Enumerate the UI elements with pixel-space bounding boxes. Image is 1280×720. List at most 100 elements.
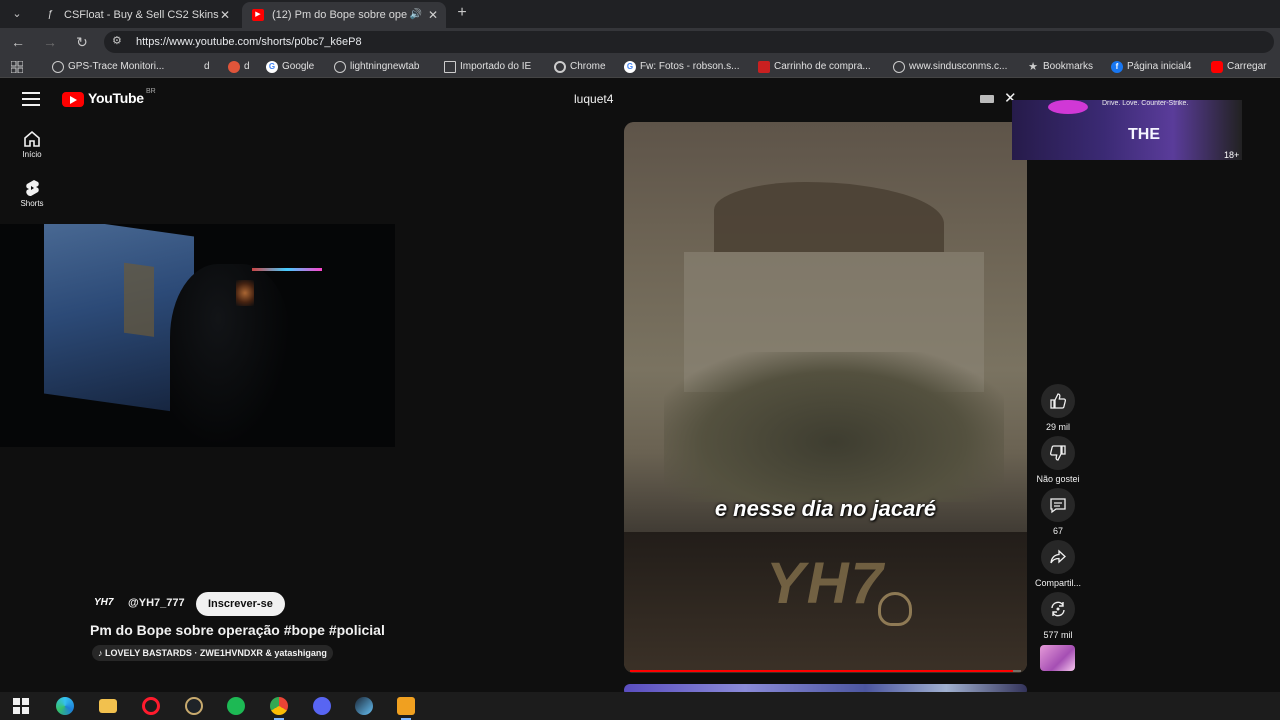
lol-client-icon[interactable]: [185, 697, 203, 715]
bookmark-google[interactable]: G Google: [266, 59, 314, 75]
sidebar-item-label: Início: [22, 150, 42, 159]
bookmark-d-2[interactable]: d: [228, 59, 250, 75]
lamp-glow: [236, 280, 254, 306]
dislike-button[interactable]: Não gostei: [1030, 436, 1086, 484]
remix-icon: [1041, 592, 1075, 626]
short-player[interactable]: YH7 e nesse dia no jacaré: [624, 122, 1027, 673]
tab-title: (12) Pm do Bope sobre ope: [272, 9, 408, 21]
taskbar: [0, 692, 1280, 720]
rgb-lights: [252, 268, 322, 271]
opera-icon[interactable]: [142, 697, 160, 715]
progress-bar[interactable]: [630, 670, 1021, 672]
comment-icon: [1041, 488, 1075, 522]
ad-glow: [1048, 100, 1088, 114]
sound-thumbnail[interactable]: [1040, 645, 1075, 671]
globe-icon: [893, 61, 905, 73]
bookmark-sinduscon[interactable]: www.sindusconms.c...: [893, 59, 1007, 75]
windows-start-icon[interactable]: [12, 697, 30, 715]
webcam-overlay: [0, 224, 395, 447]
menu-icon[interactable]: [22, 92, 40, 106]
chrome-icon[interactable]: [270, 697, 288, 720]
sidebar-item-label: Shorts: [20, 199, 44, 208]
music-label: LOVELY BASTARDS · ZWE1HVNDXR & yatashiga…: [105, 648, 327, 658]
like-icon: [1041, 384, 1075, 418]
facebook-icon: f: [1111, 61, 1123, 73]
channel-handle[interactable]: @YH7_777: [128, 597, 185, 609]
reload-button[interactable]: ↻: [72, 32, 92, 52]
browser-toolbar: ← → ↻ ⚙ https://www.youtube.com/shorts/p…: [0, 28, 1280, 56]
forward-button[interactable]: →: [40, 32, 60, 52]
tab-search-button[interactable]: ⌄: [6, 5, 28, 23]
youtube-icon: ▶: [252, 9, 264, 21]
tab-youtube[interactable]: ▶ (12) Pm do Bope sobre ope 🔊 ✕: [242, 2, 446, 28]
close-icon[interactable]: ✕: [428, 2, 438, 28]
short-title[interactable]: Pm do Bope sobre operação #bope #policia…: [90, 622, 385, 638]
bookmark-carregar[interactable]: Carregar: [1211, 59, 1266, 75]
tab-strip: ⌄ ƒ CSFloat - Buy & Sell CS2 Skins ✕ ▶ (…: [0, 0, 1280, 28]
bookmark-gps-trace[interactable]: GPS-Trace Monitori...: [52, 59, 164, 75]
discord-icon[interactable]: [313, 697, 331, 715]
bookmark-carrinho[interactable]: Carrinho de compra...: [758, 59, 871, 75]
speaker-icon[interactable]: 🔊: [410, 2, 422, 28]
bookmark-lightningnewtab[interactable]: lightningnewtab: [334, 59, 420, 75]
tab-csfloat[interactable]: ƒ CSFloat - Buy & Sell CS2 Skins ✕: [34, 2, 238, 28]
video-caption: e nesse dia no jacaré: [714, 496, 937, 521]
subscribe-button[interactable]: Inscrever-se: [196, 592, 285, 616]
share-button[interactable]: Compartil...: [1030, 540, 1086, 588]
folder-icon: [444, 61, 456, 73]
search-input[interactable]: luquet4: [574, 92, 613, 106]
close-icon[interactable]: ✕: [220, 2, 230, 28]
bookmarks-bar: GPS-Trace Monitori... d d G Google lightn…: [0, 56, 1280, 78]
shorts-icon: [23, 179, 41, 197]
dislike-icon: [1041, 436, 1075, 470]
sidebar-item-shorts[interactable]: Shorts: [12, 179, 52, 208]
back-button[interactable]: ←: [8, 32, 28, 52]
share-icon: [1041, 540, 1075, 574]
steam-icon[interactable]: [355, 697, 373, 715]
next-short-preview[interactable]: [624, 684, 1027, 692]
search-bar[interactable]: luquet4 ✕: [560, 86, 1030, 112]
youtube-page: YouTube BR Início Shorts luquet4 ✕ YH7 @…: [0, 78, 1280, 692]
address-bar[interactable]: ⚙ https://www.youtube.com/shorts/p0bc7_k…: [104, 31, 1274, 53]
youtube-wordmark: YouTube: [88, 90, 144, 106]
remix-button[interactable]: 577 mil: [1030, 592, 1086, 640]
star-icon: ★: [1028, 61, 1038, 73]
ad-brand: THE: [1128, 126, 1160, 143]
tab-title: CSFloat - Buy & Sell CS2 Skins: [64, 9, 219, 21]
google-icon: G: [266, 61, 278, 73]
bookmark-pagina-inicial[interactable]: f Página inicial4: [1111, 59, 1192, 75]
bookmark-bookmarks[interactable]: ★ Bookmarks: [1027, 59, 1093, 75]
bookmark-fw-fotos[interactable]: G Fw: Fotos - robson.s...: [624, 59, 739, 75]
bookmark-d[interactable]: d: [188, 59, 210, 75]
dislike-label: Não gostei: [1036, 474, 1080, 484]
comment-count: 67: [1052, 526, 1063, 536]
scene-soldiers: [664, 352, 1004, 502]
age-rating-badge: 18+: [1224, 150, 1240, 160]
bookmark-importado-ie[interactable]: Importado do IE: [444, 59, 531, 75]
spotify-icon[interactable]: [227, 697, 245, 715]
sidebar-item-home[interactable]: Início: [12, 130, 52, 159]
comments-button[interactable]: 67: [1030, 488, 1086, 536]
new-tab-button[interactable]: +: [452, 3, 472, 23]
channel-avatar[interactable]: YH7: [94, 597, 113, 608]
bookmark-chrome[interactable]: Chrome: [554, 59, 606, 75]
share-label: Compartil...: [1034, 578, 1081, 588]
person-silhouette: [170, 264, 290, 447]
ad-banner[interactable]: Drive. Love. Counter-Strike. THE 18+: [1012, 100, 1242, 160]
like-button[interactable]: 29 mil: [1030, 384, 1086, 432]
youtube-icon: [1211, 61, 1223, 73]
progress-fill: [630, 670, 1014, 672]
url-text[interactable]: https://www.youtube.com/shorts/p0bc7_k6e…: [136, 36, 362, 48]
mascot-icon: [228, 61, 240, 73]
music-chip[interactable]: ♪ LOVELY BASTARDS · ZWE1HVNDXR & yatashi…: [92, 645, 333, 661]
keyboard-icon[interactable]: [980, 95, 994, 103]
home-icon: [23, 130, 41, 148]
store-icon: [758, 61, 770, 73]
apps-grid-icon[interactable]: [10, 60, 24, 74]
like-count: 29 mil: [1045, 422, 1070, 432]
cs2-icon[interactable]: [397, 697, 415, 720]
chrome-icon: [554, 61, 566, 73]
edge-icon[interactable]: [56, 697, 74, 715]
file-explorer-icon[interactable]: [99, 699, 117, 713]
site-info-icon[interactable]: ⚙: [112, 34, 122, 47]
